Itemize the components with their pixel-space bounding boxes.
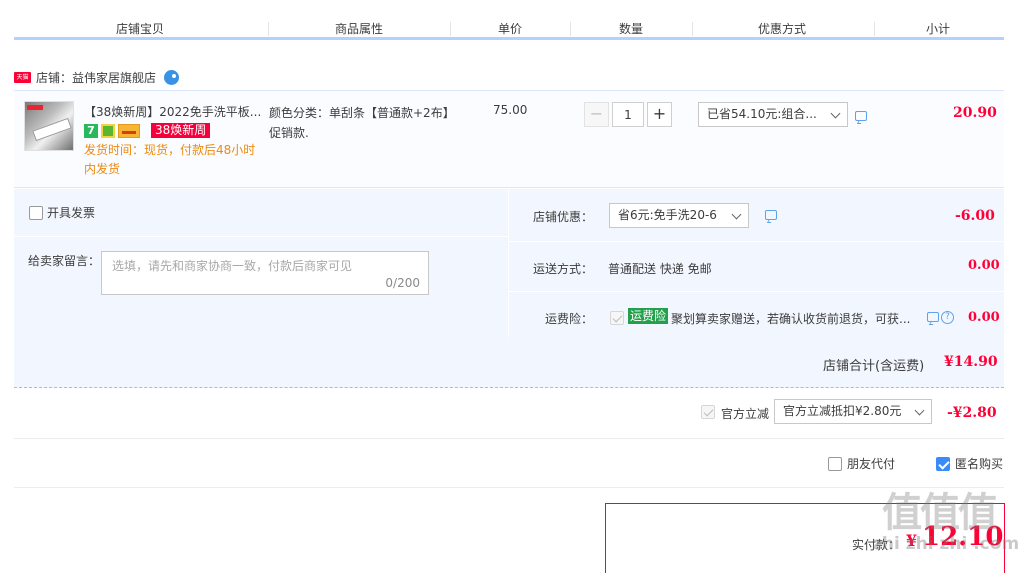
insurance-tag: 运费险 [628, 308, 669, 324]
service-badges: 7 38焕新周 [84, 123, 211, 138]
divider [874, 22, 875, 36]
message-counter: 0/200 [385, 276, 420, 290]
chevron-down-icon [914, 405, 925, 416]
insurance-text: 聚划算卖家赠送，若确认收货前退货，可获... [671, 312, 911, 326]
official-discount-value: 官方立减抵扣¥2.80元 [783, 404, 902, 418]
guarantee-shield-icon [101, 123, 115, 138]
divider [268, 22, 269, 36]
shop-discount-value: 省6元:免手洗20-6 [618, 208, 717, 222]
product-thumbnail[interactable] [24, 101, 74, 151]
product-attributes: 颜色分类：单刮条【普通款+2布】促销款. [269, 106, 449, 140]
shop-discount-label: 店铺优惠： [533, 210, 594, 224]
wangwang-chat-icon[interactable] [164, 69, 180, 85]
friend-pay-label: 朋友代付 [847, 457, 896, 471]
divider [509, 241, 1004, 242]
invoice-label: 开具发票 [47, 206, 96, 220]
shop-discount-amount: -6.00 [955, 208, 995, 224]
col-shop-item: 店铺宝贝 [116, 22, 165, 36]
site-watermark-url: zhi zhi zhi .com [872, 534, 1020, 554]
official-discount-amount: -¥2.80 [947, 405, 997, 421]
divider [508, 189, 509, 337]
col-discount: 优惠方式 [758, 22, 807, 36]
quantity-stepper: − + [584, 102, 672, 127]
divider [450, 22, 451, 36]
order-options: 开具发票 给卖家留言： 选填，请先和商家协商一致，付款后商家可见 0/200 店… [14, 189, 1004, 337]
product-title[interactable]: 【38焕新周】2022免手洗平板... [84, 103, 264, 120]
insurance-checkbox[interactable] [610, 311, 624, 325]
site-watermark: 值值值 [882, 490, 998, 536]
divider [570, 22, 571, 36]
shipping-time: 发货时间：现货，付款后48小时内发货 [84, 143, 256, 176]
message-label: 给卖家留言： [28, 254, 101, 268]
shop-total-amount: ¥14.90 [944, 354, 998, 370]
decrease-button[interactable]: − [584, 102, 609, 127]
increase-button[interactable]: + [647, 102, 672, 127]
col-quantity: 数量 [619, 22, 644, 36]
shop-discount-select[interactable]: 省6元:免手洗20-6 [609, 203, 749, 228]
promo-badge: 38焕新周 [151, 123, 211, 138]
divider [509, 291, 1004, 292]
shop-row: 天猫 店铺：益伟家居旗舰店 [14, 66, 180, 88]
invoice-checkbox[interactable] [29, 205, 43, 220]
divider [14, 236, 508, 237]
comment-icon[interactable] [855, 111, 867, 121]
insurance-label: 运费险： [545, 312, 594, 326]
divider [14, 487, 1004, 488]
tmall-icon: 天猫 [14, 71, 31, 83]
seller-message-input[interactable]: 选填，请先和商家协商一致，付款后商家可见 0/200 [101, 251, 429, 295]
unit-price: 75.00 [493, 103, 528, 117]
invoice-option[interactable]: 开具发票 [29, 204, 95, 221]
col-attributes: 商品属性 [335, 22, 384, 36]
official-discount-checkbox[interactable] [701, 405, 715, 419]
column-header: 店铺宝贝 商品属性 单价 数量 优惠方式 小计 [14, 0, 1004, 40]
anonymous-checkbox[interactable] [936, 456, 950, 471]
official-discount-select[interactable]: 官方立减抵扣¥2.80元 [774, 399, 932, 424]
divider [692, 22, 693, 36]
delivery-amount: 0.00 [968, 258, 1000, 273]
anonymous-label: 匿名购买 [955, 457, 1004, 471]
shop-total-row: 店铺合计(含运费) ¥14.90 [14, 337, 1004, 388]
delivery-label: 运送方式： [533, 262, 594, 276]
order-item: 【38焕新周】2022免手洗平板... 7 38焕新周 发货时间：现货，付款后4… [14, 90, 1004, 188]
comment-icon[interactable] [927, 312, 939, 322]
shop-total-label: 店铺合计(含运费) [823, 359, 925, 374]
quantity-input[interactable] [612, 102, 644, 127]
col-subtotal: 小计 [926, 22, 951, 36]
friend-pay-checkbox[interactable] [828, 456, 842, 471]
chevron-down-icon [830, 108, 841, 119]
item-discount-select[interactable]: 已省54.10元:组合... [698, 102, 848, 127]
anonymous-option[interactable]: 匿名购买 [936, 455, 1003, 472]
friend-pay-option[interactable]: 朋友代付 [828, 455, 895, 472]
help-icon[interactable]: ? [941, 311, 954, 324]
item-subtotal: 20.90 [953, 105, 997, 121]
comment-icon[interactable] [765, 210, 777, 220]
message-placeholder: 选填，请先和商家协商一致，付款后商家可见 [112, 259, 353, 273]
official-discount-label: 官方立减 [721, 407, 770, 421]
chevron-down-icon [731, 209, 742, 220]
item-discount-value: 已省54.10元:组合... [707, 107, 817, 121]
seven-day-return-icon: 7 [84, 123, 98, 138]
insurance-amount: 0.00 [968, 310, 1000, 325]
delivery-method: 普通配送 快递 免邮 [608, 262, 712, 276]
shop-name[interactable]: 店铺：益伟家居旗舰店 [36, 69, 156, 86]
divider [14, 438, 1004, 439]
col-unit-price: 单价 [498, 22, 523, 36]
credit-card-icon [118, 123, 140, 138]
buyer-options: 开具发票 给卖家留言： 选填，请先和商家协商一致，付款后商家可见 0/200 [14, 189, 508, 337]
